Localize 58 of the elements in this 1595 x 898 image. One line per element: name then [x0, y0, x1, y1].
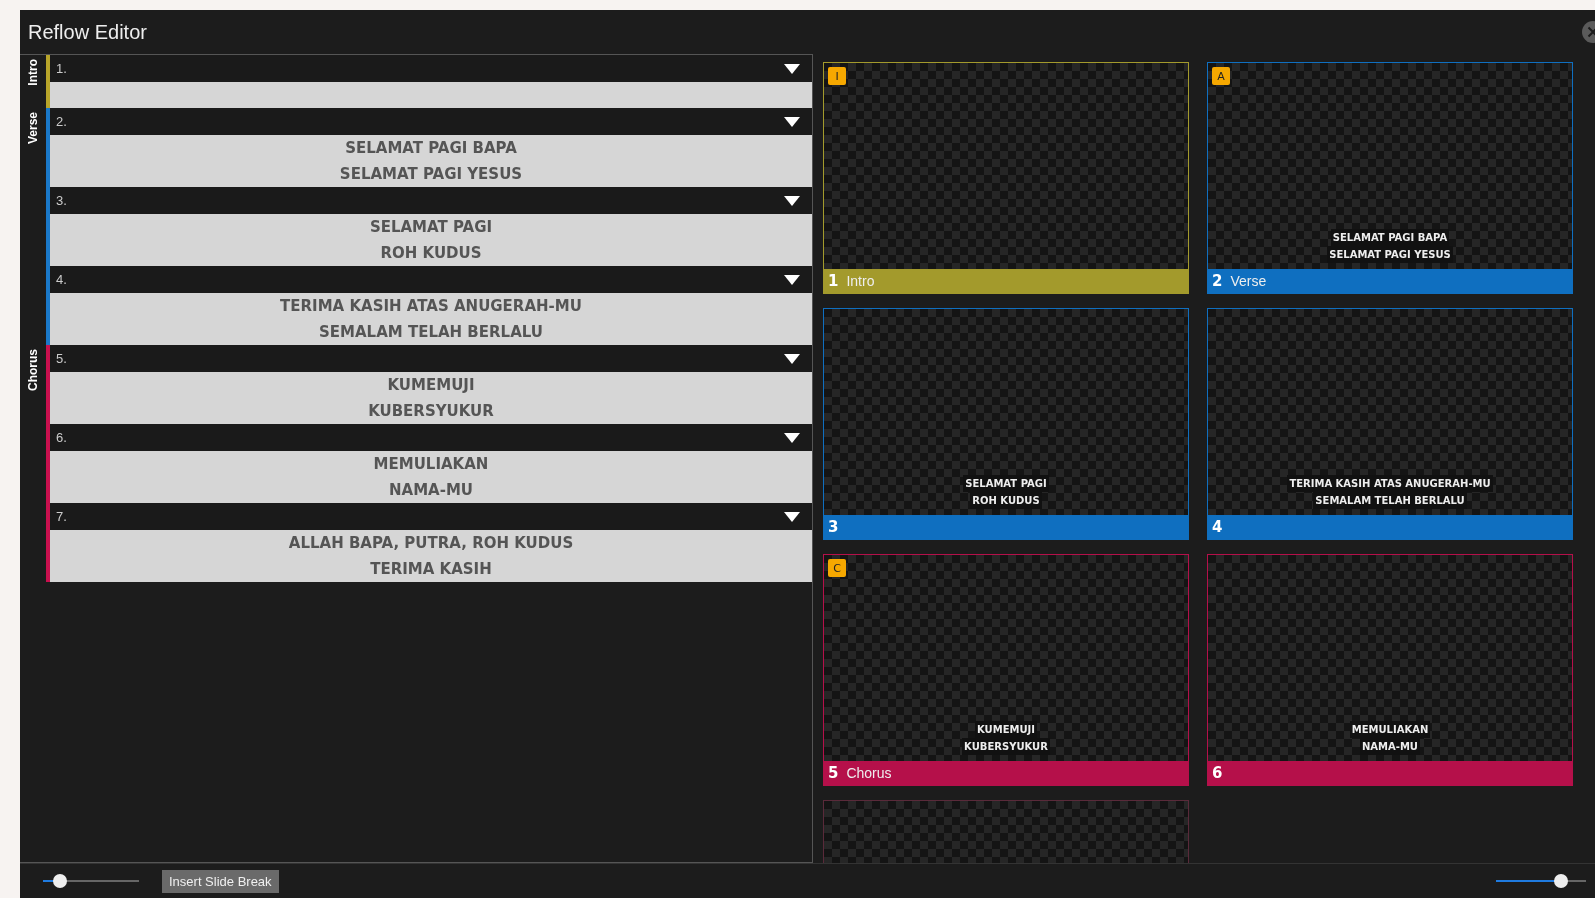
lyric-line: SELAMAT PAGI YESUS: [339, 165, 523, 183]
group-name: Intro: [846, 273, 875, 289]
preview-text: SELAMAT PAGI YESUS: [1327, 246, 1453, 263]
slide-text-area[interactable]: SELAMAT PAGI BAPA SELAMAT PAGI YESUS: [50, 135, 812, 187]
preview-text: MEMULIAKAN: [1349, 721, 1431, 738]
lyric-line: ALLAH BAPA, PUTRA, ROH KUDUS: [288, 534, 574, 552]
lyric-line: TERIMA KASIH: [370, 560, 492, 578]
group-name: Chorus: [846, 765, 892, 781]
lyric-line: NAMA-MU: [389, 481, 473, 499]
lyric-line: SEMALAM TELAH BERLALU: [319, 323, 543, 341]
group-label: Verse: [26, 112, 40, 145]
slide-number: 5: [828, 764, 839, 782]
window-title: Reflow Editor: [28, 20, 147, 44]
slide-thumbnail[interactable]: SELAMAT PAGI ROH KUDUS 3: [823, 308, 1189, 540]
preview-text: ROH KUDUS: [970, 492, 1042, 509]
group-badge: A: [1212, 67, 1230, 85]
slide-thumbnail[interactable]: C KUMEMUJI KUBERSYUKUR 5 Chorus: [823, 554, 1189, 786]
slide-text-area[interactable]: MEMULIAKAN NAMA-MU: [50, 451, 812, 503]
preview-text: SELAMAT PAGI BAPA: [1330, 229, 1450, 246]
dropdown-caret-icon[interactable]: [784, 353, 800, 364]
slide-thumbnail[interactable]: MEMULIAKAN NAMA-MU 6: [1207, 554, 1573, 786]
group-label: Intro: [26, 59, 40, 86]
preview-text: KUMEMUJI: [975, 721, 1037, 738]
lyric-line: ROH KUDUS: [380, 244, 482, 262]
slide-text-area[interactable]: KUMEMUJI KUBERSYUKUR: [50, 372, 812, 424]
group-label: Chorus: [26, 349, 40, 391]
insert-slide-break-button[interactable]: Insert Slide Break: [162, 869, 279, 893]
slide-number: 1: [828, 272, 839, 290]
slide-number: 3: [828, 518, 839, 536]
slide-number: 6: [1212, 764, 1223, 782]
group-name: Verse: [1230, 273, 1267, 289]
dropdown-caret-icon[interactable]: [784, 432, 800, 443]
lyric-line: TERIMA KASIH ATAS ANUGERAH-MU: [280, 297, 582, 315]
slide-text-area[interactable]: SELAMAT PAGI ROH KUDUS: [50, 214, 812, 266]
dropdown-caret-icon[interactable]: [784, 195, 800, 206]
slide-thumbnail[interactable]: I 1 Intro: [823, 62, 1189, 294]
preview-text: KUBERSYUKUR: [962, 738, 1050, 755]
preview-text: TERIMA KASIH ATAS ANUGERAH-MU: [1287, 475, 1493, 492]
slide-thumbnail[interactable]: TERIMA KASIH ATAS ANUGERAH-MU SEMALAM TELAH BERLALU 4: [1207, 308, 1573, 540]
dropdown-caret-icon[interactable]: [784, 511, 800, 522]
lyric-line: SELAMAT PAGI BAPA: [345, 139, 517, 157]
lyric-line: KUMEMUJI: [387, 376, 475, 394]
slide-text-area[interactable]: ALLAH BAPA, PUTRA, ROH KUDUS TERIMA KASIH: [50, 530, 812, 582]
slide-number: 2: [1212, 272, 1223, 290]
dropdown-caret-icon[interactable]: [784, 116, 800, 127]
group-badge: C: [828, 559, 846, 577]
preview-text: SEMALAM TELAH BERLALU: [1313, 492, 1467, 509]
lyric-line: KUBERSYUKUR: [368, 402, 494, 420]
dropdown-caret-icon[interactable]: [784, 274, 800, 285]
preview-text: NAMA-MU: [1359, 738, 1420, 755]
dropdown-caret-icon[interactable]: [784, 63, 800, 74]
slide-number: 4: [1212, 518, 1223, 536]
group-badge: I: [828, 67, 846, 85]
lyric-line: SELAMAT PAGI: [369, 218, 493, 236]
slide-text-area[interactable]: TERIMA KASIH ATAS ANUGERAH-MU SEMALAM TELAH BERLALU: [50, 293, 812, 345]
lyric-line: MEMULIAKAN: [373, 455, 489, 473]
preview-text: SELAMAT PAGI: [963, 475, 1049, 492]
slide-thumbnail[interactable]: A SELAMAT PAGI BAPA SELAMAT PAGI YESUS 2 Verse: [1207, 62, 1573, 294]
